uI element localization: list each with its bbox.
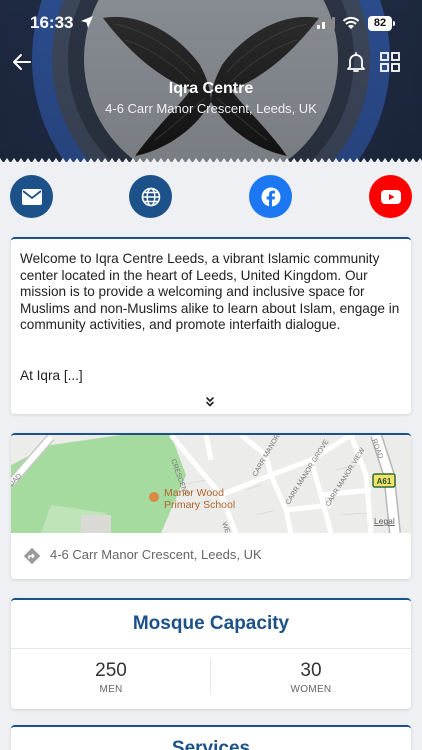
- map-view[interactable]: CRESCENT CARR MANOR CARR MANOR GROVE CAR…: [11, 435, 411, 533]
- map-address: 4-6 Carr Manor Crescent, Leeds, UK: [50, 547, 262, 562]
- wifi-icon: [342, 16, 360, 29]
- capacity-title: Mosque Capacity: [132, 613, 290, 634]
- about-text: Welcome to Iqra Centre Leeds, a vibrant …: [20, 251, 400, 332]
- cellular-signal-icon: [317, 17, 335, 29]
- women-capacity-value: 30: [300, 660, 322, 681]
- facebook-button[interactable]: [249, 175, 292, 218]
- map-poi-line1: Manor Wood: [164, 487, 224, 499]
- directions-icon: [23, 547, 41, 565]
- status-time: 16:33: [30, 13, 74, 32]
- directions-row[interactable]: 4-6 Carr Manor Crescent, Leeds, UK: [11, 533, 411, 579]
- chevron-double-down-icon[interactable]: [204, 396, 216, 408]
- status-bar: 16:33 82: [0, 12, 422, 36]
- facebook-icon: [261, 187, 280, 207]
- mosque-title: Iqra Centre: [168, 80, 254, 97]
- map-legal-link[interactable]: Legal: [374, 516, 395, 526]
- email-button[interactable]: [10, 175, 53, 218]
- mail-icon: [21, 188, 42, 205]
- services-title: Services: [171, 738, 251, 750]
- globe-icon: [141, 187, 160, 206]
- website-button[interactable]: [129, 175, 172, 218]
- women-capacity-label: WOMEN: [290, 684, 332, 695]
- services-card: Services: [11, 725, 411, 750]
- road-shield-label: A61: [377, 477, 392, 486]
- location-arrow-icon: [81, 16, 93, 28]
- capacity-card: Mosque Capacity 250 MEN 30 WOMEN: [11, 598, 411, 709]
- map-poi-line2: Primary School: [164, 499, 235, 511]
- back-arrow-icon[interactable]: [10, 50, 34, 74]
- mosque-address-subtitle: 4-6 Carr Manor Crescent, Leeds, UK: [105, 101, 317, 116]
- men-capacity-value: 250: [95, 660, 127, 681]
- map-card: CRESCENT CARR MANOR CARR MANOR GROVE CAR…: [11, 433, 411, 579]
- school-pin-icon: [149, 492, 159, 502]
- about-card: Welcome to Iqra Centre Leeds, a vibrant …: [11, 237, 411, 414]
- zigzag-edge: [0, 158, 422, 162]
- men-capacity-label: MEN: [99, 684, 123, 695]
- bell-icon[interactable]: [344, 50, 368, 74]
- grid-menu-icon[interactable]: [378, 50, 402, 74]
- about-truncated-text: At Iqra [...]: [20, 368, 83, 383]
- youtube-button[interactable]: [369, 175, 412, 218]
- youtube-icon: [380, 189, 401, 204]
- battery-indicator: 82: [368, 16, 392, 31]
